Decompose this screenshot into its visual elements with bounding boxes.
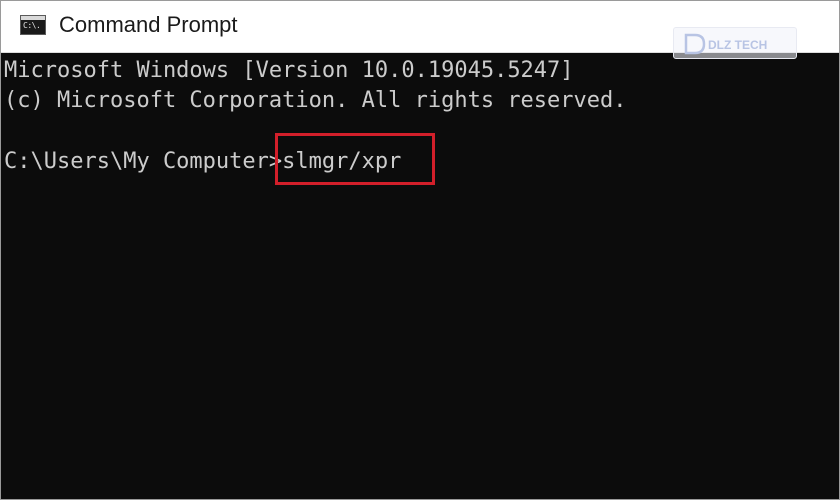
console-line-version: Microsoft Windows [Version 10.0.19045.52… — [4, 58, 574, 83]
watermark-logo: DLZ TECH — [673, 27, 797, 59]
console-output[interactable]: Microsoft Windows [Version 10.0.19045.52… — [1, 53, 839, 499]
console-command[interactable]: slmgr/xpr — [282, 149, 401, 174]
cmd-console-icon: C:\. — [20, 15, 46, 35]
icon-label: C:\. — [23, 21, 41, 30]
console-prompt: C:\Users\My Computer> — [4, 149, 283, 174]
watermark-logo-icon: DLZ TECH — [684, 33, 767, 55]
watermark-text: DLZ TECH — [708, 38, 767, 52]
window-title: Command Prompt — [59, 12, 238, 37]
command-wrap: slmgr/xpr — [275, 133, 436, 185]
command-prompt-window: C:\. Command Prompt DLZ TECH Microsoft W… — [0, 0, 840, 500]
console-line-copyright: (c) Microsoft Corporation. All rights re… — [4, 88, 627, 113]
console-prompt-line[interactable]: C:\Users\My Computer>slmgr/xpr — [4, 133, 436, 185]
icon-title-strip — [21, 16, 45, 20]
